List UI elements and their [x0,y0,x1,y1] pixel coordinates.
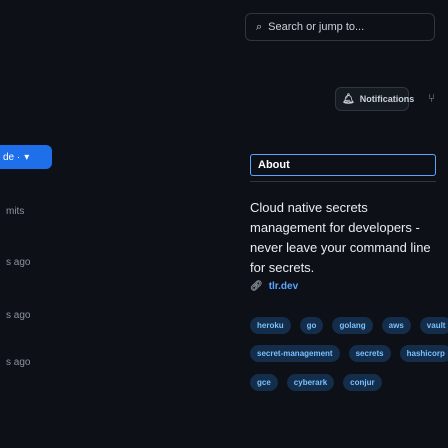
notifications-label: Notifications [359,94,415,104]
commit-time: s ago [6,357,31,368]
search-icon: ⌕ [256,20,263,33]
commit-time: s ago [6,257,31,268]
topic-tag[interactable]: cyberark [286,374,335,391]
code-tab[interactable]: de · ▾ [0,145,52,169]
about-heading: About [250,154,436,176]
topics-row-2: secret-management secrets hashicorp [250,345,448,362]
about-heading-text: About [258,159,290,171]
search-input[interactable]: ⌕ Search or jump to... [245,13,435,41]
commits-link[interactable]: mits [6,206,24,217]
topic-tag[interactable]: golang [332,317,373,334]
topic-tag[interactable]: secret-management [250,345,340,362]
topic-tag[interactable]: aws [381,317,411,334]
topic-tag[interactable]: heroku [250,317,291,334]
divider [250,181,436,182]
notifications-button[interactable]: 🔔︎ Notifications [335,87,414,111]
topic-tag[interactable]: go [299,317,324,334]
bell-icon: 🔔︎ [342,93,355,105]
file-list-panel [0,144,56,424]
topics-row-1: heroku go golang aws vault [250,317,448,334]
commit-time: s ago [6,310,31,321]
website-text: tlr.dev [268,281,299,292]
topic-tag[interactable]: gce [250,374,278,391]
topic-tag[interactable]: hashicorp [399,345,448,362]
topic-tag[interactable]: conjur [343,374,382,391]
search-placeholder: Search or jump to... [268,21,365,33]
topic-tag[interactable]: vault [419,317,448,334]
link-icon: 🔗︎ [250,281,263,292]
website-link[interactable]: 🔗︎ tlr.dev [250,281,298,292]
code-tab-label: de · [3,151,21,163]
repo-forked-icon[interactable]: ⑂ [428,91,435,105]
chevron-down-icon: ▾ [24,151,30,163]
topics-row-3: gce cyberark conjur [250,374,382,391]
repo-description: Cloud native secrets management for deve… [250,200,431,275]
topic-tag[interactable]: secrets [348,345,391,362]
